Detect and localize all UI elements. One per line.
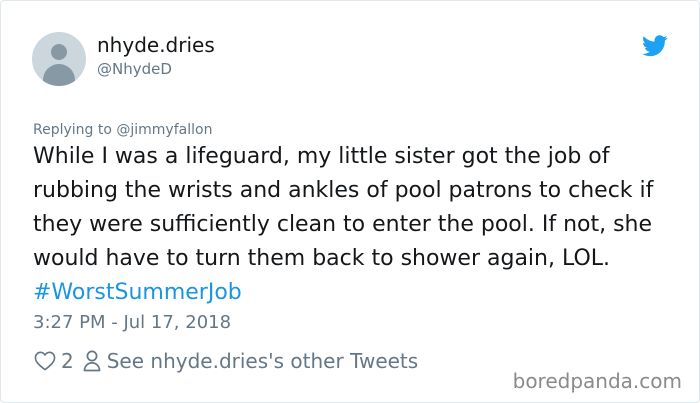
hashtag-link[interactable]: #WorstSummerJob [33, 280, 242, 305]
user-handle[interactable]: @NhydeD [97, 60, 172, 78]
person-icon [83, 350, 101, 372]
avatar-body [43, 64, 75, 86]
tweet-body: While I was a lifeguard, my little siste… [33, 144, 654, 271]
avatar[interactable] [32, 32, 86, 86]
tweet-actions: 2 See nhyde.dries's other Tweets [34, 346, 418, 376]
display-name[interactable]: nhyde.dries [97, 33, 215, 57]
watermark: boredpanda.com [512, 369, 682, 393]
likes-count: 2 [61, 349, 74, 373]
tweet-timestamp[interactable]: 3:27 PM - Jul 17, 2018 [33, 312, 231, 333]
tweet-text: While I was a lifeguard, my little siste… [33, 140, 673, 310]
replying-to: Replying to @jimmyfallon [33, 122, 213, 138]
tweet-card: nhyde.dries @NhydeD Replying to @jimmyfa… [0, 0, 700, 403]
twitter-bird-icon[interactable] [642, 35, 668, 57]
avatar-head [51, 44, 67, 60]
heart-icon[interactable] [34, 351, 56, 371]
see-other-tweets-link[interactable]: See nhyde.dries's other Tweets [107, 349, 418, 373]
